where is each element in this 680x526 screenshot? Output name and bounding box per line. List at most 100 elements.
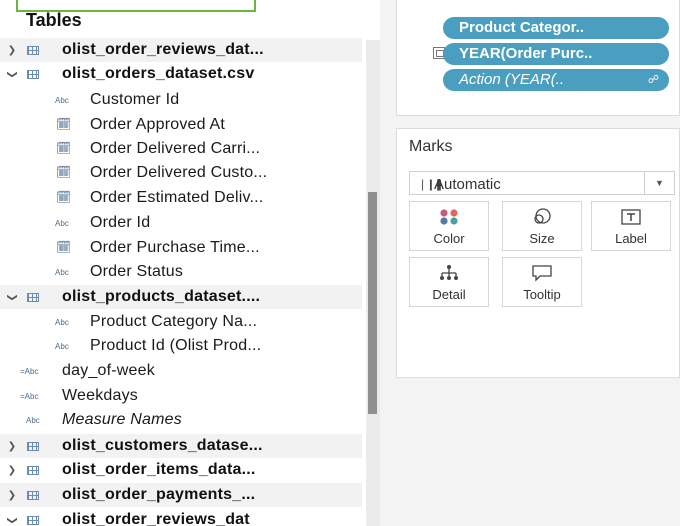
field-name: Measure Names [62,411,182,428]
table-row-customers[interactable]: ❯ olist_customers_datase... [0,434,362,458]
shelves-pane: Product Categor.. YEAR(Order Purc.. Acti… [380,0,680,526]
tooltip-label: Tooltip [523,287,561,302]
field-row[interactable]: 🗓 Order Delivered Custo... [0,161,362,185]
string-type-icon: Abc [55,96,69,105]
calculated-string-type-icon: =Abc [20,392,39,401]
label-button[interactable]: Label [591,201,671,251]
measure-names-row[interactable]: Abc Measure Names [0,408,362,432]
table-name: olist_customers_datase... [62,437,263,454]
pill-label: YEAR(Order Purc.. [459,45,593,62]
table-name: olist_products_dataset.... [62,288,261,305]
field-name: Product Id (Olist Prod... [90,337,262,354]
field-name: day_of-week [62,362,155,379]
chevron-down-icon[interactable]: ❯ [7,69,18,79]
string-type-icon: Abc [55,219,69,228]
field-row[interactable]: Abc Product Id (Olist Prod... [0,334,362,358]
filters-card: Product Categor.. YEAR(Order Purc.. Acti… [396,0,680,116]
datetime-type-icon: 🗓 [56,165,72,179]
table-icon [27,515,39,525]
tooltip-button[interactable]: Tooltip [502,257,582,307]
table-row-order-reviews-2[interactable]: ❯ olist_order_reviews_dat [0,508,362,526]
field-row[interactable]: 🗓 Order Estimated Deliv... [0,186,362,210]
detail-hierarchy-icon [410,264,488,282]
text-label-icon [592,208,670,226]
table-name: olist_order_items_data... [62,461,256,478]
field-name: Order Estimated Deliv... [90,189,264,206]
size-icon [503,208,581,226]
chevron-down-icon[interactable]: ❯ [7,515,18,525]
table-icon [27,292,39,302]
table-icon [27,490,39,500]
field-name: Order Status [90,263,184,280]
field-name: Order Approved At [90,116,226,133]
field-row[interactable]: Abc Customer Id [0,88,362,112]
label-label: Label [615,231,647,246]
detail-label: Detail [432,287,466,302]
chevron-right-icon[interactable]: ❯ [7,45,17,56]
color-dots-icon [410,208,488,226]
field-row[interactable]: 🗓 Order Approved At [0,113,362,137]
datetime-type-icon: 🗓 [56,117,72,131]
table-icon [27,45,39,55]
size-label: Size [529,231,555,246]
table-name: olist_orders_dataset.csv [62,65,255,82]
field-row[interactable]: 🗓 Order Delivered Carri... [0,137,362,161]
marks-title: Marks [409,138,453,155]
field-name: Product Category Na... [90,313,258,330]
field-row[interactable]: Abc Order Id [0,211,362,235]
table-row-order-reviews[interactable]: ❯ olist_order_reviews_dat... [0,38,362,62]
datetime-type-icon: 🗓 [56,240,72,254]
field-row[interactable]: Abc Order Status [0,260,362,284]
color-button[interactable]: Color [409,201,489,251]
table-name: olist_order_reviews_dat [62,511,250,526]
data-pane: Tables ❯ olist_order_reviews_dat... ❯ ol… [0,0,380,526]
table-icon [27,441,39,451]
string-type-icon: Abc [26,416,40,425]
field-name: Order Delivered Custo... [90,164,268,181]
field-name: Order Id [90,214,151,231]
table-row-order-items[interactable]: ❯ olist_order_items_data... [0,458,362,482]
chevron-right-icon[interactable]: ❯ [7,490,17,501]
calc-field-row[interactable]: =Abc day_of-week [0,359,362,383]
color-label: Color [433,231,465,246]
string-type-icon: Abc [55,342,69,351]
filter-pill-year-order-purchase[interactable]: YEAR(Order Purc.. [443,43,669,65]
scrollbar-thumb[interactable] [368,192,377,414]
filter-pill-product-category[interactable]: Product Categor.. [443,17,669,39]
table-icon [27,69,39,79]
pill-label: Action (YEAR(.. [459,71,565,88]
chevron-down-icon[interactable]: ❯ [7,292,18,302]
link-icon: ☍ [647,74,659,86]
calc-field-row[interactable]: =Abc Weekdays [0,384,362,408]
field-name: Weekdays [62,387,139,404]
datetime-type-icon: 🗓 [56,190,72,204]
chevron-right-icon[interactable]: ❯ [7,465,17,476]
table-icon [27,465,39,475]
scrollbar-track[interactable] [366,40,380,526]
table-row-orders[interactable]: ❯ olist_orders_dataset.csv [0,62,362,86]
string-type-icon: Abc [55,318,69,327]
string-type-icon: Abc [55,268,69,277]
field-row[interactable]: 🗓 Order Purchase Time... [0,236,362,260]
field-name: Order Delivered Carri... [90,140,261,157]
table-row-order-payments[interactable]: ❯ olist_order_payments_... [0,483,362,507]
pill-label: Product Categor.. [459,19,585,36]
mark-type-dropdown[interactable]: ❘❙❚ Automatic ▼ [409,171,675,195]
marks-card: Marks ❘❙❚ Automatic ▼ Color Size Label D… [396,128,680,378]
datetime-type-icon: 🗓 [56,141,72,155]
detail-button[interactable]: Detail [409,257,489,307]
tables-heading: Tables [26,10,82,30]
mark-type-value: Automatic [434,176,501,193]
field-row[interactable]: Abc Product Category Na... [0,310,362,334]
table-name: olist_order_payments_... [62,486,256,503]
chevron-right-icon[interactable]: ❯ [7,441,17,452]
field-name: Order Purchase Time... [90,239,260,256]
dropdown-arrow-icon[interactable]: ▼ [644,172,674,194]
table-row-products[interactable]: ❯ olist_products_dataset.... [0,285,362,309]
calculated-string-type-icon: =Abc [20,367,39,376]
field-name: Customer Id [90,91,180,108]
filter-pill-action[interactable]: Action (YEAR(.. ☍ [443,69,669,91]
size-button[interactable]: Size [502,201,582,251]
tooltip-icon [503,264,581,282]
table-name: olist_order_reviews_dat... [62,41,264,58]
